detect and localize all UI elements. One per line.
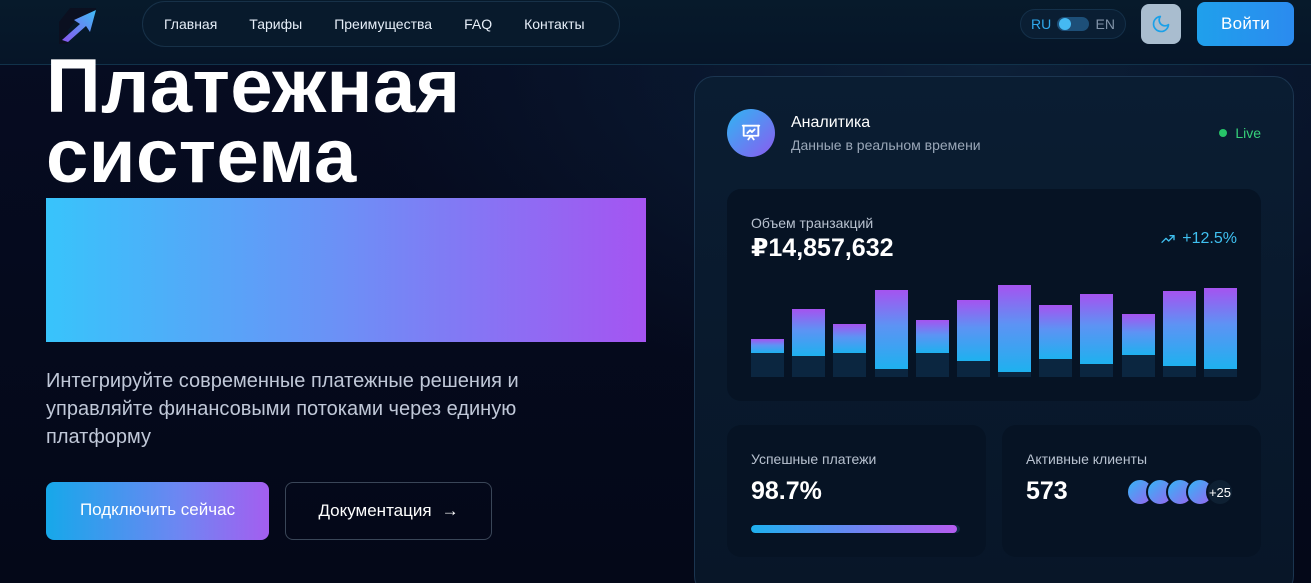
nav-item-pricing[interactable]: Тарифы (249, 16, 302, 32)
chart-bar-fill (1039, 304, 1073, 360)
live-dot-icon (1219, 129, 1228, 137)
lang-ru-label[interactable]: RU (1031, 16, 1051, 32)
chart-bar (1162, 283, 1196, 377)
chart-bar (998, 283, 1032, 377)
lang-switch[interactable] (1057, 17, 1090, 31)
chart-bar-fill (1204, 287, 1237, 370)
chart-bar (915, 283, 949, 377)
nav-item-advantages[interactable]: Преимущества (334, 16, 432, 32)
documentation-button[interactable]: Документация → (285, 482, 492, 540)
analytics-title: Аналитика (791, 114, 871, 131)
moon-icon (1152, 15, 1170, 33)
chart-bar-fill (956, 299, 990, 361)
success-value: 98.7% (751, 477, 822, 505)
avatars-more-badge: +25 (1206, 478, 1234, 506)
hero-subtitle: Интегрируйте современные платежные решен… (46, 370, 519, 448)
volume-label: Объем транзакций (751, 215, 874, 231)
hero-title: Платежная система (46, 44, 666, 199)
connect-now-button[interactable]: Подключить сейчас (46, 482, 269, 540)
chart-bar-fill (915, 319, 949, 354)
chart-bar-fill (833, 324, 867, 354)
logo-icon[interactable] (56, 2, 100, 46)
clients-label: Активные клиенты (1026, 451, 1148, 467)
volume-value: ₽14,857,632 (751, 234, 894, 262)
live-status-badge: Live (1219, 125, 1261, 141)
chart-bar (874, 283, 908, 377)
success-label: Успешные платежи (751, 451, 877, 467)
chart-bar (956, 283, 990, 377)
hero-gradient-banner (46, 198, 646, 342)
volume-growth: +12.5% (1160, 230, 1237, 248)
clients-value: 573 (1026, 477, 1068, 505)
chart-bar (1080, 283, 1114, 377)
chart-bar (1121, 283, 1155, 377)
client-avatars: +25 (1126, 478, 1234, 506)
presentation-chart-icon (727, 109, 775, 157)
live-label: Live (1235, 125, 1261, 141)
success-progress-fill (751, 525, 958, 533)
success-payments-panel: Успешные платежи 98.7% (727, 425, 986, 557)
success-progress-bar (751, 525, 960, 533)
chart-bar-fill (792, 309, 826, 357)
chart-bar (1039, 283, 1073, 377)
hero-title-line-2: система (46, 114, 357, 199)
chart-bar-fill (1121, 314, 1155, 356)
growth-value: +12.5% (1182, 230, 1237, 247)
hero-title-line-1: Платежная (46, 44, 461, 129)
analytics-subtitle: Данные в реальном времени (791, 137, 981, 153)
lang-switch-knob (1059, 18, 1072, 30)
arrow-right-icon: → (441, 501, 459, 520)
chart-bar (1204, 283, 1237, 377)
volume-bar-chart (751, 283, 1237, 377)
active-clients-panel: Активные клиенты 573 +25 (1002, 425, 1261, 557)
chart-bar (751, 283, 784, 377)
chart-bar-fill (751, 339, 784, 354)
nav-item-faq[interactable]: FAQ (464, 16, 492, 32)
chart-bar (833, 283, 867, 377)
chart-bar-fill (874, 289, 908, 369)
chart-bar-fill (1162, 291, 1196, 366)
language-toggle[interactable]: RU EN (1020, 9, 1126, 39)
trend-up-icon (1161, 235, 1175, 243)
chart-bar-fill (998, 284, 1032, 373)
main-nav: Главная Тарифы Преимущества FAQ Контакты (142, 1, 620, 47)
login-button[interactable]: Войти (1197, 2, 1294, 46)
nav-item-home[interactable]: Главная (164, 16, 217, 32)
theme-toggle-button[interactable] (1141, 4, 1181, 44)
nav-item-contacts[interactable]: Контакты (524, 16, 584, 32)
transaction-volume-panel: Объем транзакций ₽14,857,632 +12.5% (727, 189, 1261, 401)
documentation-label: Документация (318, 501, 432, 520)
analytics-card: Аналитика Данные в реальном времени Live… (694, 76, 1294, 583)
lang-en-label[interactable]: EN (1096, 16, 1115, 32)
chart-bar-fill (1080, 294, 1114, 364)
chart-bar (792, 283, 826, 377)
